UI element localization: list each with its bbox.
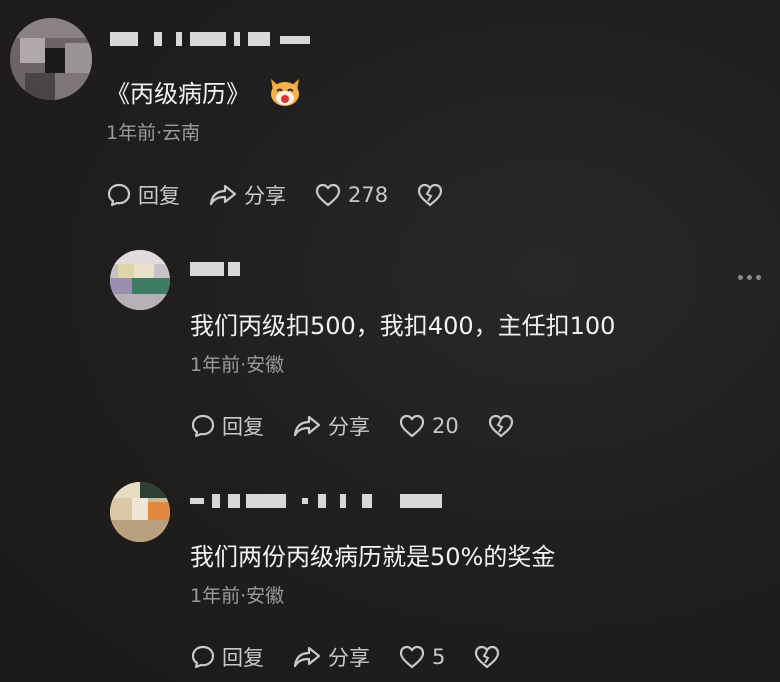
comment-meta: 1年前·安徽 (190, 354, 285, 376)
avatar[interactable] (10, 18, 92, 100)
comment-meta: 1年前·云南 (106, 122, 201, 144)
like-button[interactable]: 5 (398, 644, 445, 670)
comment-text: 我们丙级扣500，我扣400，主任扣100 (190, 312, 616, 340)
more-dots-icon[interactable] (738, 275, 761, 280)
speech-bubble-icon (191, 414, 215, 438)
dislike-button[interactable] (416, 182, 450, 208)
dislike-button[interactable] (473, 644, 507, 670)
broken-heart-icon (488, 414, 513, 438)
username-blurred[interactable] (190, 262, 242, 276)
heart-icon (399, 414, 425, 438)
username-blurred[interactable] (110, 32, 320, 46)
avatar[interactable] (110, 250, 170, 310)
speech-bubble-icon (107, 183, 131, 207)
heart-icon (315, 183, 341, 207)
reply-button[interactable]: 回复 (106, 180, 180, 210)
comment-meta: 1年前·安徽 (190, 585, 285, 607)
heart-icon (399, 645, 425, 669)
comment-actions: 回复 分享 20 (190, 411, 549, 441)
share-arrow-icon (293, 415, 321, 437)
comment-actions: 回复 分享 278 (106, 180, 478, 210)
share-arrow-icon (209, 184, 237, 206)
like-button[interactable]: 278 (314, 182, 388, 208)
username-blurred[interactable] (190, 494, 452, 508)
share-button[interactable]: 分享 (292, 642, 370, 672)
broken-heart-icon (417, 183, 443, 207)
reply-button[interactable]: 回复 (190, 642, 264, 672)
cat-face-emoji-icon (268, 77, 302, 113)
share-button[interactable]: 分享 (292, 411, 370, 441)
speech-bubble-icon (191, 645, 215, 669)
broken-heart-icon (475, 645, 500, 669)
share-button[interactable]: 分享 (208, 180, 286, 210)
like-button[interactable]: 20 (398, 413, 459, 439)
avatar[interactable] (110, 482, 170, 542)
comment-text: 《丙级病历》 (106, 74, 302, 113)
share-arrow-icon (293, 646, 321, 668)
comment-actions: 回复 分享 5 (190, 642, 535, 672)
reply-button[interactable]: 回复 (190, 411, 264, 441)
dislike-button[interactable] (487, 413, 521, 439)
comment-text: 我们两份丙级病历就是50%的奖金 (190, 543, 556, 571)
